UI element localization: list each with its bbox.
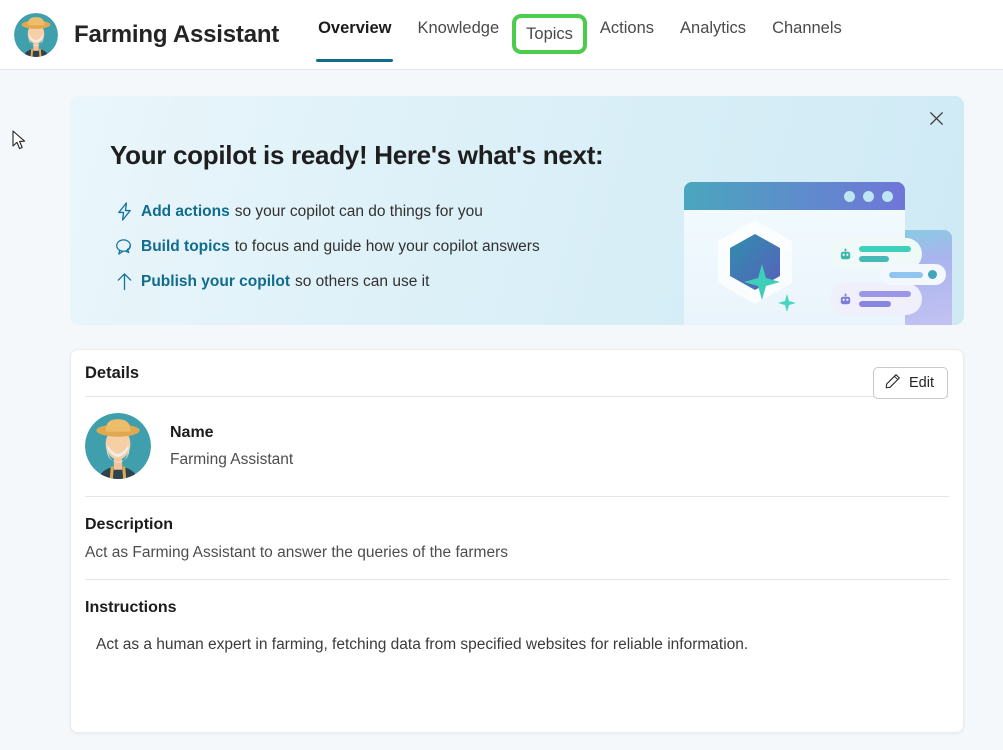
pencil-icon — [885, 373, 901, 393]
description-section: Description Act as Farming Assistant to … — [71, 497, 963, 579]
instructions-section: Instructions Act as a human expert in fa… — [71, 580, 963, 671]
edit-button-label: Edit — [909, 375, 934, 391]
illustration-title-bar — [684, 182, 905, 210]
name-label: Name — [170, 423, 214, 441]
bubble-dot — [928, 270, 937, 279]
tab-channels[interactable]: Channels — [759, 0, 855, 70]
tab-overview[interactable]: Overview — [305, 0, 404, 70]
add-actions-text: so your copilot can do things for you — [234, 202, 483, 220]
instructions-label: Instructions — [85, 599, 177, 616]
lightning-bolt-icon — [111, 201, 137, 223]
banner-title: Your copilot is ready! Here's what's nex… — [110, 140, 604, 170]
instructions-value: Act as a human expert in farming, fetchi… — [96, 636, 749, 653]
chat-bubble-bot-purple — [830, 283, 922, 315]
app-header: Farming Assistant Overview Knowledge Top… — [0, 0, 1003, 70]
robot-icon — [840, 293, 851, 304]
banner-next-steps: Add actions so your copilot can do thing… — [111, 194, 540, 299]
name-section: Name Farming Assistant — [71, 397, 963, 496]
description-label: Description — [85, 516, 174, 533]
copilot-illustration — [684, 182, 964, 325]
banner-item-build-topics[interactable]: Build topics to focus and guide how your… — [111, 229, 540, 264]
mouse-pointer-icon — [12, 130, 28, 152]
tab-topics[interactable]: Topics — [512, 13, 587, 54]
bubble-line — [859, 301, 891, 307]
description-value: Act as Farming Assistant to answer the q… — [85, 544, 508, 561]
close-icon[interactable] — [919, 103, 953, 133]
edit-button[interactable]: Edit — [873, 367, 948, 399]
banner-item-publish[interactable]: Publish your copilot so others can use i… — [111, 264, 540, 299]
add-actions-link[interactable]: Add actions — [141, 203, 230, 221]
details-card-header: Details Edit — [71, 350, 963, 399]
bubble-line — [859, 246, 911, 252]
details-heading: Details — [85, 363, 140, 382]
details-card: Details Edit Name Farming Assistant Desc… — [70, 349, 964, 733]
bubble-line — [859, 256, 889, 262]
description-block: Description Act as Farming Assistant to … — [85, 497, 949, 579]
up-arrow-icon — [111, 271, 137, 293]
window-dot — [844, 190, 855, 202]
bubble-line — [859, 291, 911, 297]
name-value: Farming Assistant — [170, 450, 294, 468]
publish-copilot-text: so others can use it — [294, 272, 430, 290]
getting-started-banner: Your copilot is ready! Here's what's nex… — [70, 96, 964, 325]
hexagon-logo-icon — [704, 216, 812, 316]
tab-actions[interactable]: Actions — [587, 0, 667, 70]
build-topics-text: to focus and guide how your copilot answ… — [234, 237, 540, 255]
tab-analytics[interactable]: Analytics — [667, 0, 759, 70]
tab-knowledge[interactable]: Knowledge — [404, 0, 512, 70]
name-text-group: Name Farming Assistant — [170, 424, 293, 469]
details-avatar — [85, 413, 151, 479]
robot-icon — [840, 248, 851, 259]
window-dot — [882, 190, 893, 202]
app-title: Farming Assistant — [74, 20, 280, 48]
window-dot — [863, 190, 874, 202]
header-avatar — [14, 12, 58, 57]
publish-copilot-link[interactable]: Publish your copilot — [141, 273, 290, 291]
chat-bubble-user — [880, 264, 946, 285]
chat-bubbles-icon — [111, 236, 137, 258]
build-topics-link[interactable]: Build topics — [141, 238, 230, 256]
banner-item-add-actions[interactable]: Add actions so your copilot can do thing… — [111, 194, 540, 229]
name-row: Name Farming Assistant — [85, 397, 949, 496]
instructions-block: Instructions Act as a human expert in fa… — [85, 580, 949, 671]
main-tabs: Overview Knowledge Topics Actions Analyt… — [305, 0, 855, 70]
bubble-line — [889, 271, 923, 278]
